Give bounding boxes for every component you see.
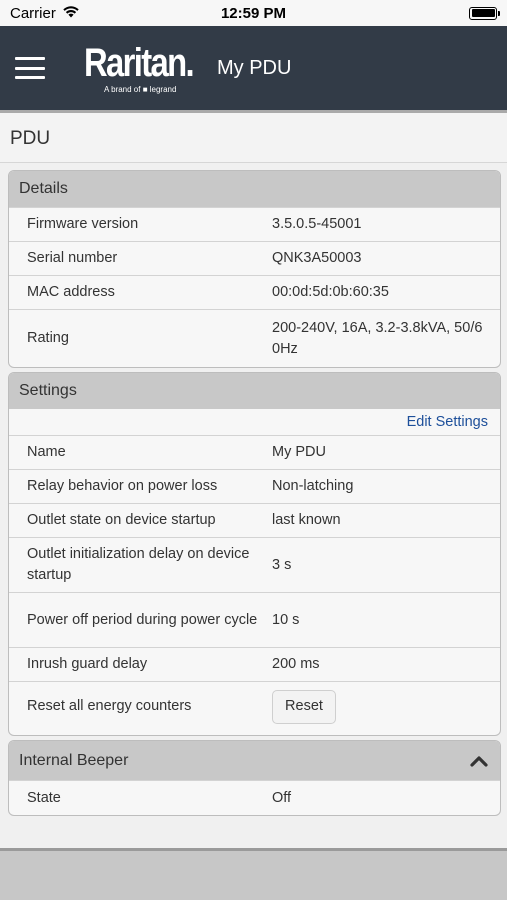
setting-row-inrush: Inrush guard delay 200 ms	[9, 647, 500, 681]
row-label: Inrush guard delay	[27, 656, 148, 672]
raritan-logo: Raritan. A brand of ■ legrand	[84, 43, 196, 94]
beeper-card: Internal Beeper State Off	[8, 740, 501, 816]
row-label: Outlet state on device startup	[27, 512, 216, 528]
beeper-title: Internal Beeper	[19, 751, 129, 769]
battery-icon	[469, 6, 500, 20]
setting-row-init-delay: Outlet initialization delay on device st…	[9, 537, 500, 592]
edit-settings-link[interactable]: Edit Settings	[407, 414, 488, 430]
setting-row-reset: Reset all energy counters Reset	[9, 681, 500, 731]
row-label: Serial number	[27, 250, 118, 266]
row-value: last known	[272, 512, 341, 528]
logo-wordmark: Raritan.	[84, 40, 195, 85]
row-value: 3.5.0.5-45001	[272, 216, 362, 232]
row-value: 10 s	[272, 611, 300, 628]
row-value: Off	[272, 789, 292, 806]
row-value: Non-latching	[272, 478, 354, 494]
settings-header: Settings	[9, 373, 500, 409]
row-value: 00:0d:5d:0b:60:35	[272, 284, 389, 300]
beeper-header[interactable]: Internal Beeper	[9, 741, 500, 780]
details-card: Details Firmware version 3.5.0.5-45001 S…	[8, 170, 501, 368]
status-bar: Carrier 12:59 PM	[0, 0, 507, 26]
row-label: Name	[27, 444, 66, 460]
row-value: My PDU	[272, 444, 326, 460]
wifi-icon	[62, 5, 80, 22]
detail-row-firmware: Firmware version 3.5.0.5-45001	[9, 207, 500, 241]
row-label: Relay behavior on power loss	[27, 478, 218, 494]
settings-card: Settings Edit Settings Name My PDU Relay…	[8, 372, 501, 736]
row-label: Rating	[27, 330, 69, 346]
details-title: Details	[19, 180, 68, 197]
app-header: Raritan. A brand of ■ legrand My PDU	[0, 26, 507, 110]
detail-row-rating: Rating 200-240V, 16A, 3.2-3.8kVA, 50/60H…	[9, 309, 500, 367]
row-label: Power off period during power cycle	[27, 611, 258, 628]
main-content: PDU Details Firmware version 3.5.0.5-450…	[0, 110, 507, 848]
page-title: PDU	[0, 113, 507, 163]
menu-icon[interactable]	[15, 57, 45, 79]
row-value: 200-240V, 16A, 3.2-3.8kVA, 50/60Hz	[272, 319, 483, 357]
setting-row-power-off: Power off period during power cycle 10 s	[9, 592, 500, 647]
logo-subtitle: A brand of ■ legrand	[104, 84, 177, 94]
setting-row-name: Name My PDU	[9, 435, 500, 469]
app-title: My PDU	[217, 56, 292, 79]
carrier-label: Carrier	[10, 4, 56, 22]
reset-button[interactable]: Reset	[272, 689, 336, 724]
chevron-up-icon[interactable]	[470, 755, 488, 767]
beeper-row-state: State Off	[9, 780, 500, 815]
row-label: Firmware version	[27, 216, 139, 232]
edit-settings-row: Edit Settings	[9, 409, 500, 435]
detail-row-serial: Serial number QNK3A50003	[9, 241, 500, 275]
row-label: Reset all energy counters	[27, 698, 192, 714]
row-value: 3 s	[272, 556, 292, 573]
row-label: State	[27, 789, 61, 806]
detail-row-mac: MAC address 00:0d:5d:0b:60:35	[9, 275, 500, 309]
bottom-bar	[0, 848, 507, 900]
row-label: MAC address	[27, 284, 115, 300]
row-label: Outlet initialization delay on device st…	[27, 546, 250, 583]
row-value: 200 ms	[272, 656, 320, 672]
settings-title: Settings	[19, 382, 77, 399]
row-value: QNK3A50003	[272, 250, 362, 266]
setting-row-outlet-state: Outlet state on device startup last know…	[9, 503, 500, 537]
setting-row-relay: Relay behavior on power loss Non-latchin…	[9, 469, 500, 503]
details-header: Details	[9, 171, 500, 207]
row-value: Reset	[272, 689, 500, 724]
